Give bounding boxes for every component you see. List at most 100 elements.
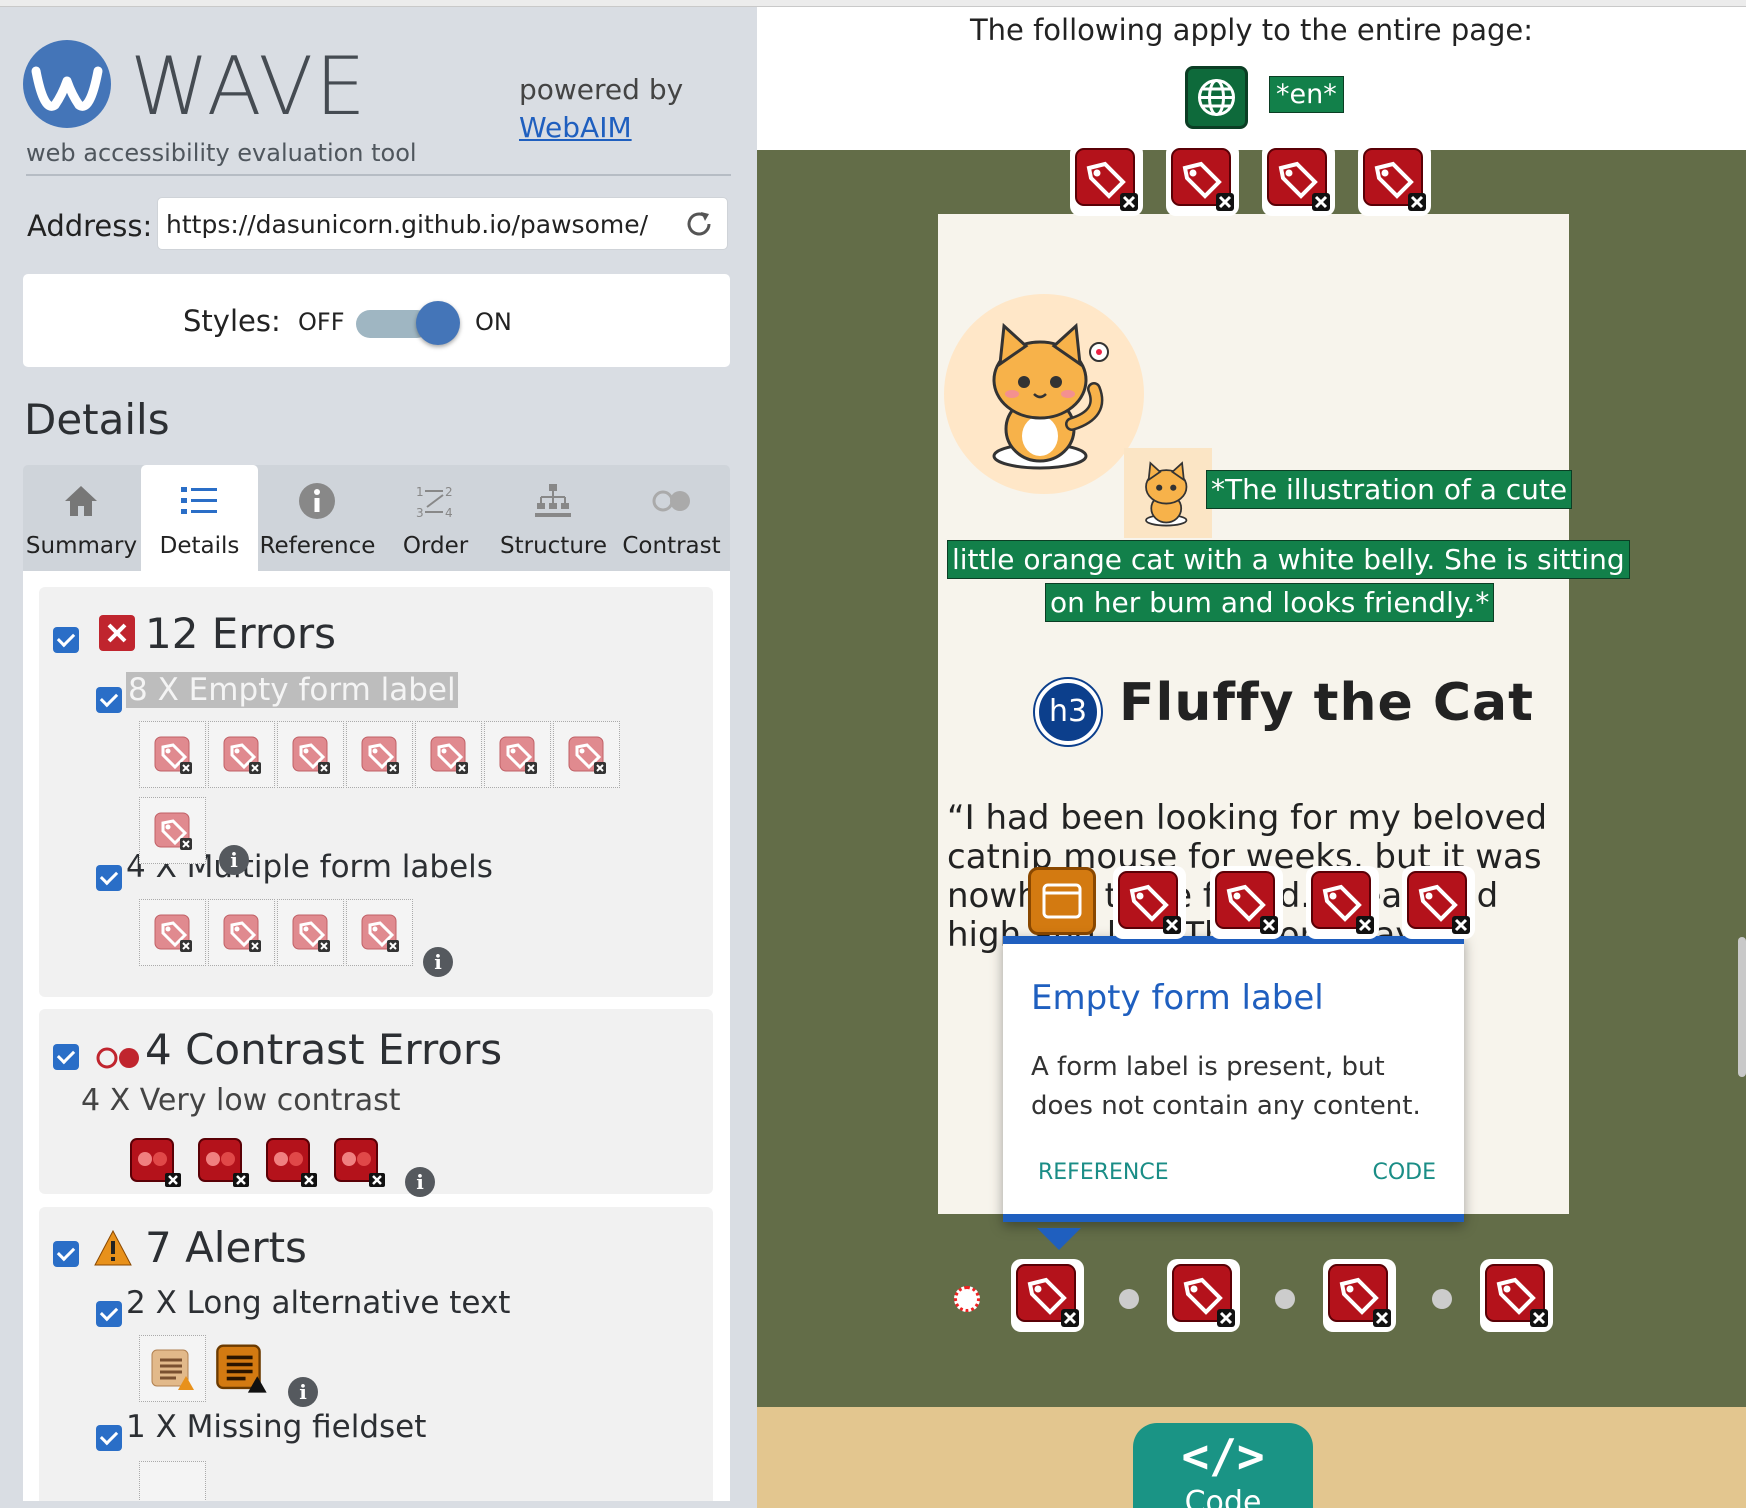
page-preview: The following apply to the entire page: … bbox=[757, 7, 1746, 1508]
error-tag-icon-tile[interactable] bbox=[553, 721, 620, 788]
error-tag-icon-tile[interactable] bbox=[346, 899, 413, 966]
tab-label: Details bbox=[159, 533, 240, 559]
separator-dot bbox=[1119, 1289, 1139, 1309]
empty-label-error-icon[interactable] bbox=[1262, 143, 1335, 216]
tag-icon bbox=[1407, 871, 1470, 934]
language-badge: *en* bbox=[1269, 76, 1344, 113]
globe-icon bbox=[1198, 79, 1235, 116]
tag-icon bbox=[1075, 148, 1138, 211]
empty-label-item[interactable]: 8 X Empty form label bbox=[126, 672, 458, 708]
address-box bbox=[157, 197, 728, 250]
tag-icon bbox=[1118, 871, 1181, 934]
error-tag-icon-tile[interactable] bbox=[277, 721, 344, 788]
contrast-error-icon[interactable] bbox=[129, 1137, 181, 1187]
errors-checkbox[interactable] bbox=[53, 627, 79, 653]
empty-label-error-icon[interactable] bbox=[1358, 143, 1431, 216]
home-icon bbox=[65, 486, 97, 516]
long-alt-icon bbox=[151, 1349, 194, 1390]
webaim-link[interactable]: WebAIM bbox=[519, 109, 683, 147]
contrast-card: 4 Contrast Errors 4 X Very low contrast … bbox=[39, 1009, 713, 1197]
long-alt-icon-tile[interactable] bbox=[209, 1335, 276, 1402]
tag-icon bbox=[1172, 1264, 1235, 1327]
svg-text:4: 4 bbox=[445, 506, 453, 520]
code-button-label: Code bbox=[1184, 1485, 1262, 1508]
styles-label: Styles: bbox=[183, 304, 281, 338]
wave-logo-icon bbox=[23, 40, 111, 128]
empty-label-error-icon[interactable] bbox=[1070, 143, 1143, 216]
error-tag-icon-tile[interactable] bbox=[484, 721, 551, 788]
tab-contrast[interactable]: Contrast bbox=[613, 465, 730, 571]
tag-icon bbox=[1171, 148, 1234, 211]
tag-icon bbox=[1485, 1264, 1548, 1327]
alert-triangle-icon bbox=[94, 1229, 132, 1266]
error-tag-icon-tile[interactable] bbox=[277, 899, 344, 966]
tab-summary[interactable]: Summary bbox=[23, 465, 140, 571]
info-icon[interactable]: i bbox=[405, 1167, 435, 1197]
contrast-checkbox[interactable] bbox=[53, 1044, 79, 1070]
svg-text:2: 2 bbox=[445, 485, 453, 499]
info-icon[interactable]: i bbox=[219, 845, 249, 875]
error-tag-icon-tile[interactable] bbox=[415, 721, 482, 788]
alerts-checkbox[interactable] bbox=[53, 1241, 79, 1267]
missing-fieldset-item[interactable]: 1 X Missing fieldset bbox=[126, 1409, 426, 1445]
info-icon[interactable]: i bbox=[288, 1377, 318, 1407]
alerts-card: 7 Alerts 2 X Long alternative text i 1 X… bbox=[39, 1207, 713, 1501]
missing-fieldset-checkbox[interactable] bbox=[96, 1425, 122, 1451]
h3-badge[interactable]: h3 bbox=[1035, 679, 1101, 745]
error-tag-icon-tile[interactable] bbox=[208, 721, 275, 788]
error-tag-icon-tile[interactable] bbox=[139, 797, 206, 864]
language-globe-icon[interactable] bbox=[1185, 66, 1248, 129]
multiple-labels-checkbox[interactable] bbox=[96, 865, 122, 891]
tab-reference[interactable]: Reference bbox=[259, 465, 376, 571]
empty-label-error-icon[interactable] bbox=[1011, 1259, 1084, 1332]
tab-structure[interactable]: Structure bbox=[495, 465, 612, 571]
info-icon[interactable]: i bbox=[423, 947, 453, 977]
very-low-contrast-item[interactable]: 4 X Very low contrast bbox=[81, 1083, 400, 1118]
errors-card: 12 Errors 8 X Empty form label 4 X Multi… bbox=[39, 587, 713, 997]
focus-indicator bbox=[954, 1286, 980, 1312]
empty-label-error-icon[interactable] bbox=[1402, 866, 1475, 939]
error-tag-icon-tile[interactable] bbox=[346, 721, 413, 788]
error-tag-icon-tile[interactable] bbox=[208, 899, 275, 966]
long-alt-icon-tile[interactable] bbox=[139, 1335, 206, 1402]
contrast-error-icon[interactable] bbox=[265, 1137, 317, 1187]
tag-icon bbox=[1363, 148, 1426, 211]
scrollbar-thumb[interactable] bbox=[1738, 937, 1746, 1077]
tag-icon bbox=[429, 735, 469, 775]
empty-label-error-icon[interactable] bbox=[1480, 1259, 1553, 1332]
long-alt-item[interactable]: 2 X Long alternative text bbox=[126, 1285, 510, 1321]
warning-form-icon[interactable] bbox=[1028, 867, 1096, 935]
empty-label-checkbox[interactable] bbox=[96, 687, 122, 713]
popup-code-link[interactable]: CODE bbox=[1372, 1160, 1436, 1185]
alt-text-line: *The illustration of a cute bbox=[1206, 470, 1573, 509]
styles-toggle-knob[interactable] bbox=[416, 301, 460, 345]
popup-body: A form label is present, but does not co… bbox=[1031, 1052, 1421, 1121]
cat-illustration bbox=[944, 294, 1144, 494]
popup-reference-link[interactable]: REFERENCE bbox=[1038, 1160, 1169, 1185]
address-input[interactable] bbox=[166, 206, 666, 242]
error-tag-icon-tile[interactable] bbox=[139, 899, 206, 966]
tab-order[interactable]: 1 2 3 4 Order bbox=[377, 465, 494, 571]
powered-by-text: powered by bbox=[519, 73, 684, 106]
empty-label-error-icon[interactable] bbox=[1166, 143, 1239, 216]
separator-dot bbox=[1432, 1289, 1452, 1309]
contrast-error-icon[interactable] bbox=[333, 1137, 385, 1187]
contrast-error-icon[interactable] bbox=[197, 1137, 249, 1187]
empty-label-error-icon[interactable] bbox=[1210, 866, 1283, 939]
error-tag-icon-tile[interactable] bbox=[139, 721, 206, 788]
empty-label-error-icon[interactable] bbox=[1323, 1259, 1396, 1332]
details-panel: 12 Errors 8 X Empty form label 4 X Multi… bbox=[23, 571, 730, 1501]
code-button[interactable]: </> Code bbox=[1133, 1423, 1313, 1508]
long-alt-checkbox[interactable] bbox=[96, 1301, 122, 1327]
tag-icon bbox=[153, 735, 193, 775]
empty-label-error-icon[interactable] bbox=[1306, 866, 1379, 939]
empty-label-error-icon[interactable] bbox=[1113, 866, 1186, 939]
errors-title: 12 Errors bbox=[145, 609, 337, 658]
missing-fieldset-icon-tile[interactable] bbox=[139, 1461, 206, 1501]
reload-icon[interactable] bbox=[683, 208, 715, 240]
empty-label-error-icon[interactable] bbox=[1167, 1259, 1240, 1332]
tab-details[interactable]: Details bbox=[141, 465, 258, 571]
alt-text-line: on her bum and looks friendly.* bbox=[1045, 583, 1495, 622]
tag-icon bbox=[1215, 871, 1278, 934]
tag-icon bbox=[291, 913, 331, 953]
